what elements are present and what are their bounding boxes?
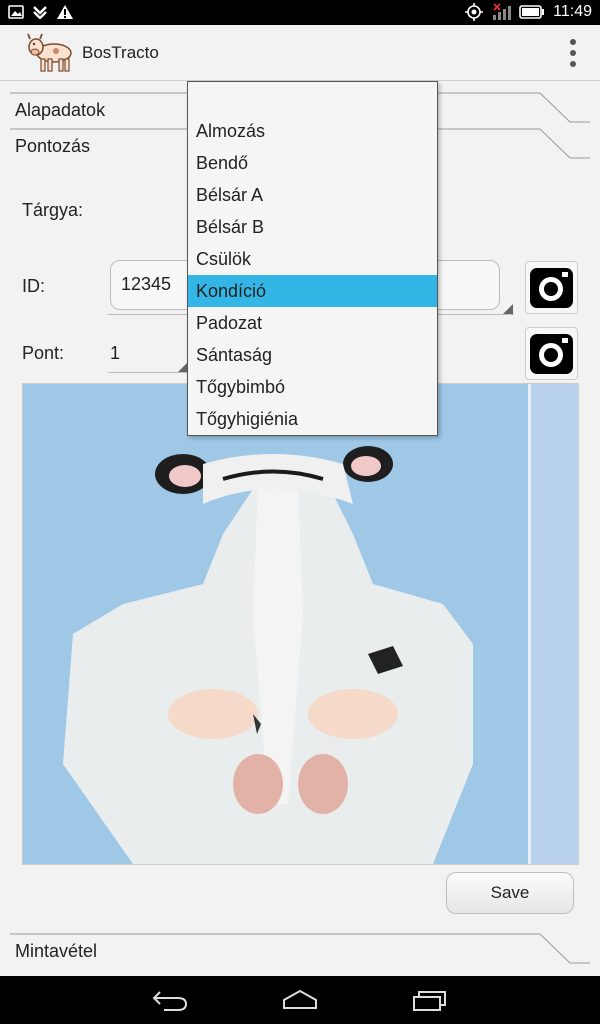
location-icon (465, 3, 484, 21)
cow-icon (27, 33, 72, 72)
action-bar: BosTracto (0, 25, 600, 81)
battery-icon (519, 5, 545, 19)
dropdown-item[interactable]: Almozás (188, 115, 437, 147)
camera-button-2[interactable] (525, 327, 578, 380)
home-icon[interactable] (280, 988, 320, 1012)
id-spinner-arrow-icon[interactable] (503, 304, 513, 314)
dropdown-item[interactable]: Sántaság (188, 339, 437, 371)
camera-icon (530, 268, 573, 308)
recent-apps-icon[interactable] (410, 988, 450, 1012)
cow-photo (22, 383, 579, 865)
dropdown-item[interactable]: Bendő (188, 147, 437, 179)
section-alapadatok-label: Alapadatok (15, 100, 106, 120)
section-mintavetel-label: Mintavétel (15, 941, 98, 961)
status-time: 11:49 (553, 3, 592, 20)
warning-icon (57, 5, 73, 19)
back-icon[interactable] (150, 988, 190, 1012)
section-pontozas-label: Pontozás (15, 136, 91, 156)
pont-spinner-underline (108, 372, 188, 373)
dropdown-item[interactable]: Padozat (188, 307, 437, 339)
targya-label: Tárgya: (22, 200, 84, 220)
image-icon (8, 5, 24, 19)
dropdown-item[interactable]: Bélsár A (188, 179, 437, 211)
dropdown-item[interactable]: Tőgyhigiénia (188, 403, 437, 435)
targya-dropdown-list[interactable]: Almozás Bendő Bélsár A Bélsár B Csülök K… (187, 81, 438, 436)
dropdown-item-selected[interactable]: Kondíció (188, 275, 437, 307)
camera-icon (530, 334, 573, 374)
cow-rear-image (23, 384, 578, 864)
signal-off-icon (493, 3, 512, 20)
dropdown-item[interactable]: Csülök (188, 243, 437, 275)
section-mintavetel[interactable]: Mintavétel (0, 933, 600, 969)
dropdown-item[interactable]: Bélsár B (188, 211, 437, 243)
dropdown-item[interactable]: Tőgybimbó (188, 371, 437, 403)
pont-label: Pont: (22, 343, 65, 363)
camera-button[interactable] (525, 261, 578, 314)
id-label: ID: (22, 276, 46, 296)
overflow-menu-icon[interactable] (568, 39, 578, 67)
save-button[interactable]: Save (446, 872, 574, 914)
navigation-bar (0, 976, 600, 1024)
status-bar: 11:49 (0, 0, 600, 25)
pont-value[interactable]: 1 (110, 343, 120, 364)
download-icon (33, 6, 47, 19)
app-title: BosTracto (82, 43, 159, 62)
